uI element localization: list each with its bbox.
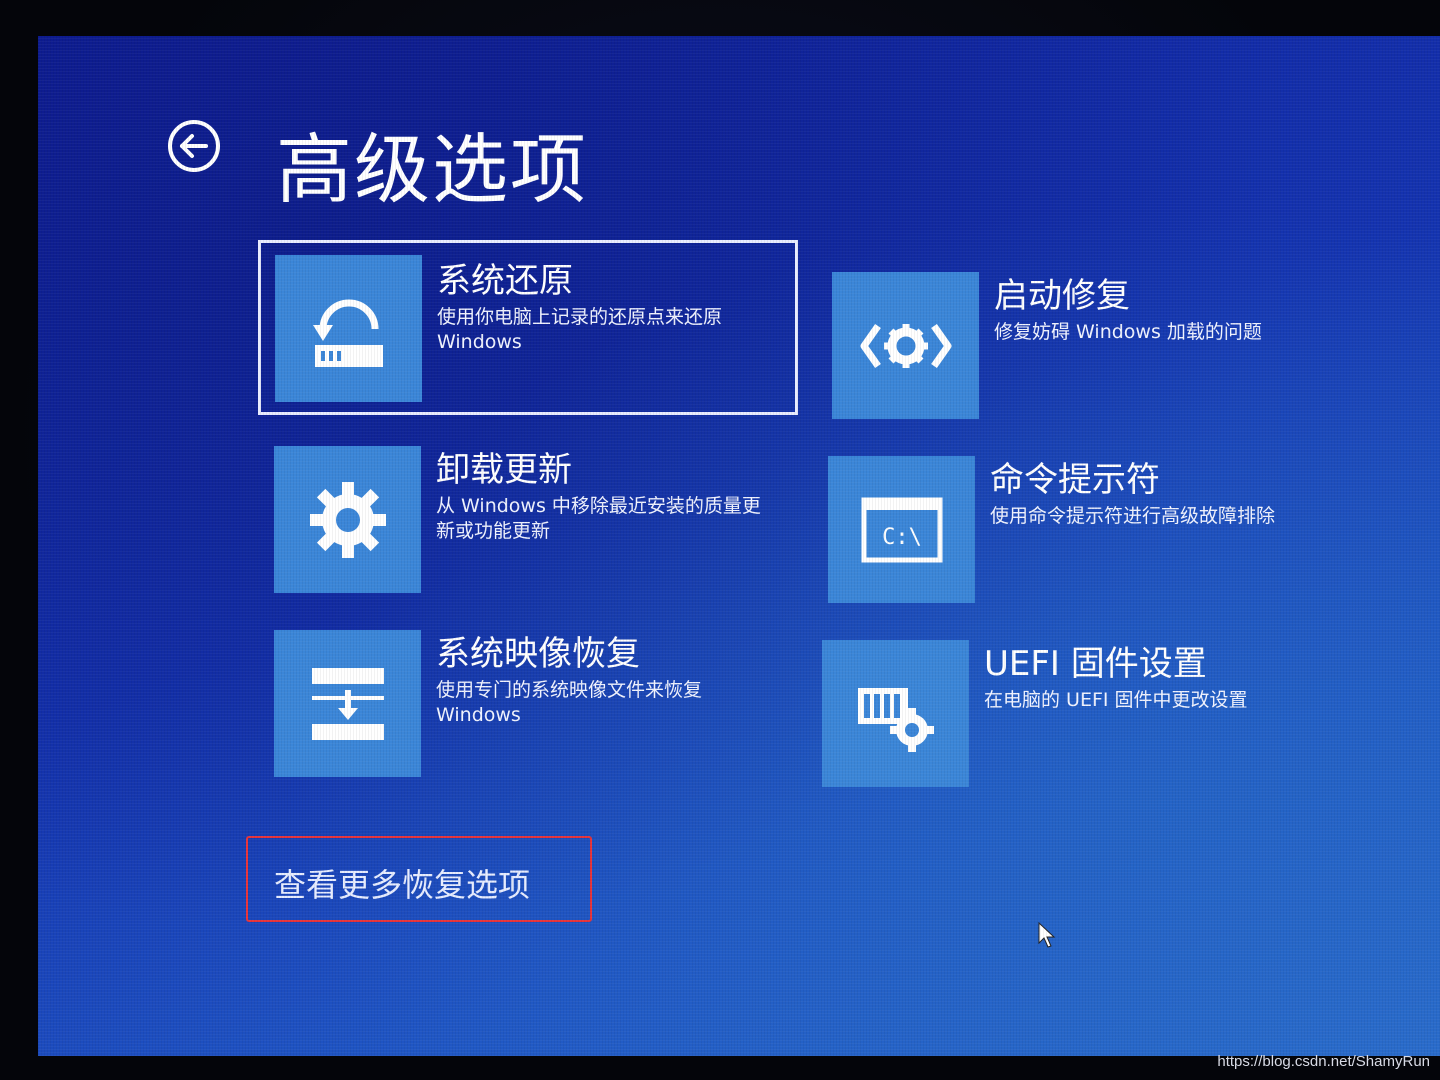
option-description: 修复妨碍 Windows 加载的问题 xyxy=(994,321,1262,343)
tile-icon-box xyxy=(822,640,969,787)
gear-icon xyxy=(309,481,386,558)
back-button[interactable] xyxy=(166,118,222,174)
command-prompt-icon: C:\ xyxy=(861,497,942,562)
tile-icon-box: C:\ xyxy=(828,456,975,603)
option-startup-repair[interactable]: 启动修复 修复妨碍 Windows 加载的问题 xyxy=(818,258,1358,433)
option-title: 系统还原 xyxy=(437,261,573,301)
option-system-restore[interactable]: 系统还原 使用你电脑上记录的还原点来还原 Windows xyxy=(258,240,798,415)
recovery-screen: 高级选项 系统还原 使用你电脑上记录的还原点来还原 Windows 启动修复 修… xyxy=(38,36,1440,1056)
option-description: 从 Windows 中移除最近安装的质量更新或功能更新 xyxy=(436,495,761,542)
uefi-firmware-icon xyxy=(857,687,934,752)
option-description: 在电脑的 UEFI 固件中更改设置 xyxy=(984,689,1248,711)
tile-icon-box xyxy=(274,630,421,777)
option-description: 使用专门的系统映像文件来恢复 Windows xyxy=(436,679,703,726)
watermark: https://blog.csdn.net/ShamyRun xyxy=(1217,1053,1430,1070)
startup-repair-icon xyxy=(860,323,951,368)
option-title: 系统映像恢复 xyxy=(436,634,640,674)
tile-icon-box xyxy=(275,255,422,402)
option-uninstall-updates[interactable]: 卸载更新 从 Windows 中移除最近安装的质量更新或功能更新 xyxy=(260,432,800,607)
option-description: 使用你电脑上记录的还原点来还原 Windows xyxy=(437,306,723,353)
option-system-image-recovery[interactable]: 系统映像恢复 使用专门的系统映像文件来恢复 Windows xyxy=(260,616,800,791)
option-uefi-firmware[interactable]: UEFI 固件设置 在电脑的 UEFI 固件中更改设置 xyxy=(808,626,1348,801)
option-description: 使用命令提示符进行高级故障排除 xyxy=(990,505,1276,527)
option-title: 命令提示符 xyxy=(990,460,1160,500)
tile-icon-box xyxy=(832,272,979,419)
mouse-cursor-icon xyxy=(1038,922,1056,948)
system-image-recovery-icon xyxy=(311,667,384,740)
option-title: UEFI 固件设置 xyxy=(984,644,1207,684)
command-prompt-icon-text: C:\ xyxy=(882,525,922,550)
option-command-prompt[interactable]: C:\ 命令提示符 使用命令提示符进行高级故障排除 xyxy=(814,442,1354,617)
system-restore-icon xyxy=(312,299,383,367)
back-arrow-icon xyxy=(168,120,220,172)
page-title: 高级选项 xyxy=(276,125,588,214)
more-recovery-options-label: 查看更多恢复选项 xyxy=(274,866,531,904)
tile-icon-box xyxy=(274,446,421,593)
more-recovery-options-link[interactable]: 查看更多恢复选项 xyxy=(246,836,592,922)
option-title: 卸载更新 xyxy=(436,450,572,490)
option-title: 启动修复 xyxy=(994,276,1130,316)
